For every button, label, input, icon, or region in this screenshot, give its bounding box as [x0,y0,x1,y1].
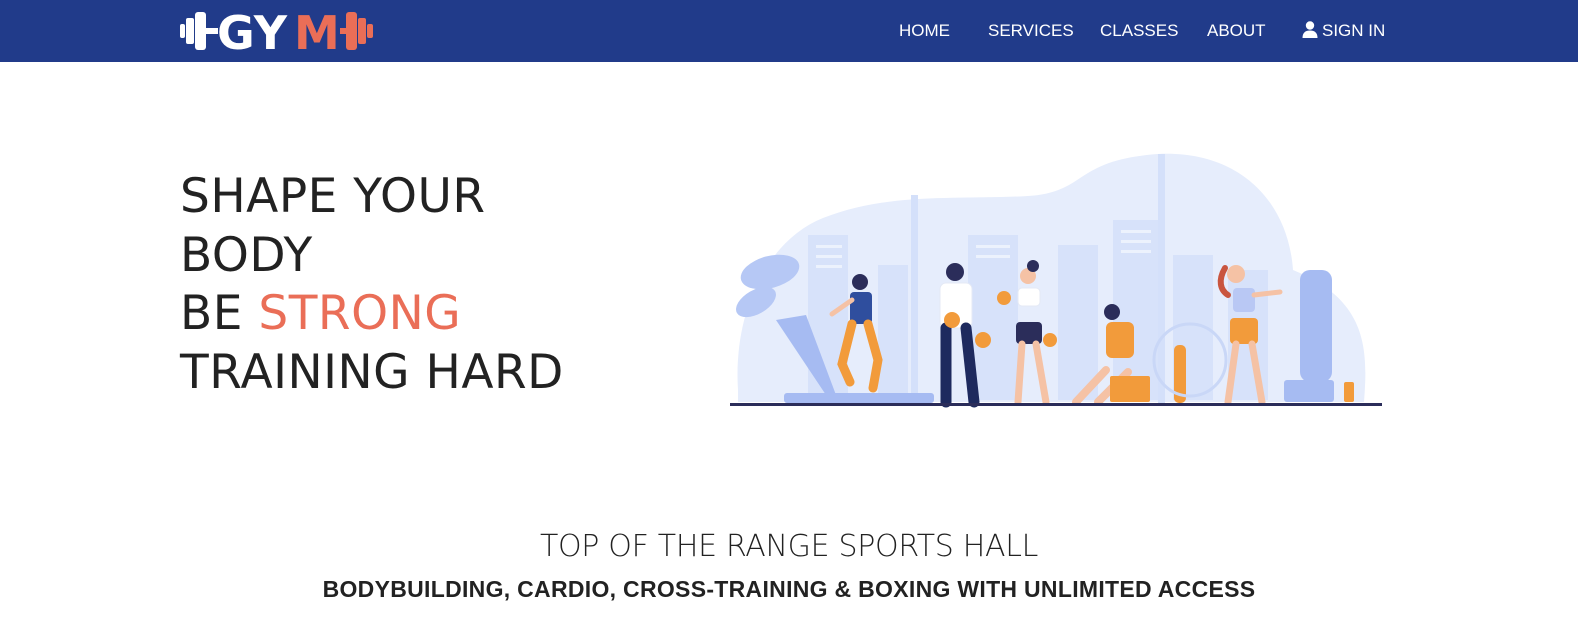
hero-line-2: BODY [180,227,313,283]
hero-line-1: SHAPE YOUR [180,169,486,224]
main-nav: HOME SERVICES CLASSES ABOUT SIGN IN [0,0,1578,62]
user-icon [1302,21,1318,38]
nav-about[interactable]: ABOUT [1207,20,1266,42]
hero-line-3-prefix: BE [180,286,259,341]
section-title: TOP OF THE RANGE SPORTS HALL [539,529,1039,564]
nav-classes[interactable]: CLASSES [1100,20,1178,42]
hero-heading: SHAPE YOUR BODY BE STRONG TRAINING HARD [180,168,660,402]
nav-signin[interactable]: SIGN IN [1302,20,1385,42]
signin-label: SIGN IN [1322,21,1386,40]
nav-home[interactable]: HOME [899,20,950,42]
hero-line-4: TRAINING HARD [180,344,564,400]
navbar: GY M HOME SERVICES CLASSES ABOUT SIGN IN [0,0,1578,62]
section-subtitle: BODYBUILDING, CARDIO, CROSS-TRAINING & B… [322,576,1256,602]
hero-accent-word: STRONG [258,286,462,341]
hero-line-3: BE STRONG [180,285,660,344]
gym-illustration [730,153,1382,408]
nav-services[interactable]: SERVICES [988,20,1074,42]
